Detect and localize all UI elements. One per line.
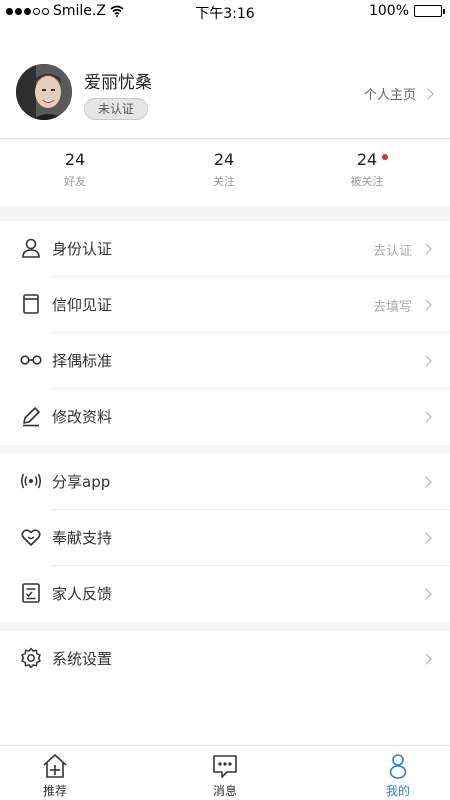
menu-item-label: 分享app [52, 473, 111, 491]
menu-group-settings: 系统设置 [0, 631, 450, 687]
menu-item-system-settings[interactable]: 系统设置 [0, 631, 450, 687]
tab-me[interactable]: 我的 [368, 752, 428, 799]
tab-label: 我的 [385, 784, 410, 798]
content-filler [0, 687, 450, 745]
chevron-right-icon [420, 532, 432, 544]
tab-label: 推荐 [42, 784, 67, 798]
chevron-right-icon [420, 411, 432, 423]
menu-item-partner-criteria[interactable]: 择偶标准 [0, 333, 450, 389]
profile-header[interactable]: 爱丽忧桑 未认证 个人主页 [0, 24, 450, 139]
menu-item-identity-verify[interactable]: 身份认证 去认证 [0, 221, 450, 277]
chevron-right-icon [420, 355, 432, 367]
stat-friends[interactable]: 24 好友 [15, 150, 135, 189]
glasses-icon [20, 355, 42, 365]
menu-item-hint: 去填写 [372, 300, 412, 315]
gear-icon [21, 647, 41, 669]
menu-item-donate-support[interactable]: 奉献支持 [0, 510, 450, 566]
menu-item-edit-profile[interactable]: 修改资料 [0, 389, 450, 445]
status-bar: Smile.Z 下午3:16 100% [0, 0, 450, 24]
book-icon [23, 294, 39, 314]
broadcast-icon [21, 473, 41, 489]
chevron-right-icon [420, 588, 432, 600]
heart-icon [21, 529, 41, 546]
username: 爱丽忧桑 [84, 73, 152, 93]
menu-item-label: 家人反馈 [52, 585, 113, 603]
menu-item-label: 系统设置 [52, 650, 113, 668]
menu-item-label: 奉献支持 [52, 529, 113, 547]
homepage-link[interactable]: 个人主页 [363, 84, 434, 103]
menu-item-label: 身份认证 [52, 240, 113, 258]
chevron-right-icon [422, 87, 434, 100]
stat-label: 好友 [64, 175, 86, 188]
message-icon [213, 755, 237, 778]
menu-item-family-feedback[interactable]: 家人反馈 [0, 566, 450, 622]
status-right: 100% [368, 3, 445, 19]
battery-icon [414, 5, 445, 17]
verify-status-badge: 未认证 [84, 98, 148, 120]
menu-group-community: 分享app 奉献支持 家人反馈 [0, 454, 450, 622]
stats-bar: 24 好友 24 关注 24 被关注 [0, 140, 450, 206]
avatar[interactable] [16, 64, 72, 120]
chevron-right-icon [420, 476, 432, 488]
person-icon [22, 238, 40, 258]
stat-label: 被关注 [350, 175, 384, 188]
pencil-icon [23, 407, 40, 427]
chevron-right-icon [420, 653, 432, 665]
tab-messages[interactable]: 消息 [195, 752, 255, 799]
feedback-icon [22, 583, 40, 603]
user-icon [389, 754, 407, 779]
notification-dot [382, 154, 388, 160]
menu-item-label: 信仰见证 [52, 296, 113, 314]
tab-bar: 推荐 消息 我的 [0, 745, 450, 800]
stat-followers[interactable]: 24 被关注 [307, 150, 427, 189]
menu-item-share-app[interactable]: 分享app [0, 454, 450, 510]
chevron-right-icon [420, 299, 432, 311]
stat-count: 24 [213, 150, 235, 169]
home-plus-icon [43, 753, 67, 778]
tab-label: 消息 [212, 784, 237, 798]
menu-item-hint: 去认证 [372, 244, 412, 259]
stat-label: 关注 [213, 175, 235, 188]
homepage-link-label: 个人主页 [363, 88, 416, 103]
menu-item-label: 择偶标准 [52, 352, 113, 370]
menu-item-label: 修改资料 [52, 408, 113, 426]
stat-following[interactable]: 24 关注 [164, 150, 284, 189]
battery-percent: 100% [368, 3, 409, 19]
stat-count: 24 [356, 150, 378, 169]
menu-item-faith-testimony[interactable]: 信仰见证 去填写 [0, 277, 450, 333]
menu-group-verification: 身份认证 去认证 信仰见证 去填写 择偶标准 修改资料 [0, 221, 450, 445]
chevron-right-icon [420, 243, 432, 255]
stat-count: 24 [64, 150, 86, 169]
tab-recommend[interactable]: 推荐 [25, 752, 85, 799]
